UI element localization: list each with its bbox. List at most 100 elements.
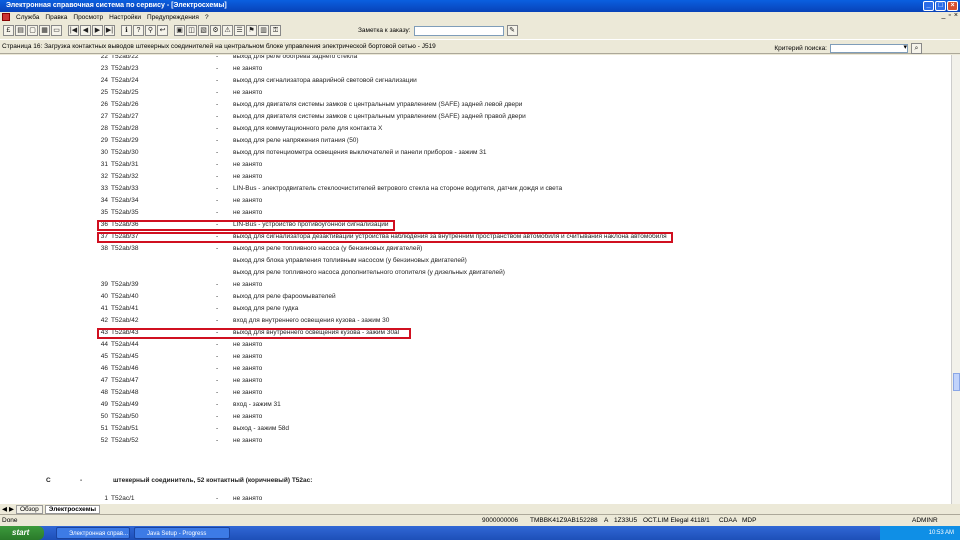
search-icon[interactable]: ⌕	[911, 43, 922, 54]
pin-connector: T52ab/22	[111, 55, 139, 60]
start-button[interactable]: start	[0, 526, 44, 540]
window-titlebar: Электронная справочная система по сервис…	[0, 0, 960, 12]
page-icon[interactable]: ▭	[51, 25, 62, 36]
order-note-input[interactable]	[413, 25, 504, 36]
pin-description: выход для коммутационного реле для конта…	[233, 125, 383, 132]
pin-connector: T52ab/27	[111, 113, 139, 120]
menu-edit[interactable]: Правка	[45, 14, 67, 21]
maximize-button[interactable]: □	[935, 1, 946, 11]
separator-dash: -	[216, 185, 219, 192]
scroll-thumb[interactable]	[953, 373, 960, 391]
key-icon[interactable]: ⚿	[270, 25, 281, 36]
pin-description: не занято	[233, 341, 263, 348]
search-criteria-select[interactable]	[830, 43, 908, 53]
pin-number: 45	[100, 353, 108, 360]
lock-icon[interactable]: ▧	[198, 25, 209, 36]
section-title: штекерный соединитель, 52 контактный (ко…	[113, 477, 313, 484]
pin-description: выход для реле напряжения питания (50)	[233, 137, 359, 144]
chart-icon[interactable]: ▥	[258, 25, 269, 36]
schema-icon[interactable]: ▣	[174, 25, 185, 36]
pin-row: 23 T52ab/23 - не занято	[0, 63, 940, 75]
pin-connector: T52ab/44	[111, 341, 139, 348]
pin-number: 22	[100, 55, 108, 60]
info-icon[interactable]: ℹ	[121, 25, 132, 36]
pin-description: не занято	[233, 209, 263, 216]
note-edit-icon[interactable]: ✎	[506, 25, 518, 36]
pin-icon[interactable]: ⚲	[145, 25, 156, 36]
minimize-button[interactable]: _	[923, 1, 934, 11]
list-icon[interactable]: ☰	[234, 25, 245, 36]
pin-description: выход для реле гудка	[233, 305, 299, 312]
order-note-label: Заметка к заказу:	[358, 27, 411, 34]
pin-row: 50 T52ab/50 - не занято	[0, 411, 940, 423]
menu-service[interactable]: Служба	[16, 14, 39, 21]
first-page-icon[interactable]: |◀	[68, 25, 79, 36]
pin-description: не занято	[233, 413, 263, 420]
pin-number: 26	[100, 101, 108, 108]
mdi-minimize-button[interactable]: _	[942, 12, 946, 19]
highlight-box	[97, 232, 673, 243]
pin-connector: T52ab/40	[111, 293, 139, 300]
tab-overview[interactable]: Обзор	[16, 504, 43, 514]
menu-settings[interactable]: Настройки	[109, 14, 141, 21]
separator-dash: -	[216, 209, 219, 216]
mdi-restore-button[interactable]: ▫	[948, 12, 950, 19]
pin-row: 49 T52ab/49 - вход - зажим 31	[0, 399, 940, 411]
flag-icon[interactable]: ⚑	[246, 25, 257, 36]
warning-icon[interactable]: ⚠	[222, 25, 233, 36]
pin-connector: T52ab/33	[111, 185, 139, 192]
order-note: Заметка к заказу: ✎	[358, 25, 518, 36]
component-icon[interactable]: ◫	[186, 25, 197, 36]
separator-dash: -	[216, 413, 219, 420]
pin-number: 41	[100, 305, 108, 312]
tool-icon[interactable]: ⚙	[210, 25, 221, 36]
menu-view[interactable]: Просмотр	[73, 14, 103, 21]
help-icon[interactable]: ?	[133, 25, 144, 36]
tab-nav-prev-icon[interactable]: ◀	[2, 505, 7, 513]
pin-number: 47	[100, 377, 108, 384]
schematic-document: 22 T52ab/22 - выход для реле обогрева задне…	[0, 55, 951, 504]
print-icon[interactable]: £	[3, 25, 14, 36]
separator-dash: -	[216, 353, 219, 360]
pin-description: не занято	[233, 353, 263, 360]
last-page-icon[interactable]: ▶|	[104, 25, 115, 36]
pin-connector: T52ab/26	[111, 101, 139, 108]
task-java-setup[interactable]: Java Setup - Progress	[134, 527, 230, 539]
pin-connector: T52ab/28	[111, 125, 139, 132]
pin-description: выход для блока управления топливным нас…	[233, 257, 467, 264]
pin-number: 50	[100, 413, 108, 420]
new-icon[interactable]: ▤	[15, 25, 26, 36]
task-service-app[interactable]: Электронная справ...	[56, 527, 130, 539]
pin-number: 34	[100, 197, 108, 204]
mdi-close-button[interactable]: ×	[954, 12, 958, 19]
back-icon[interactable]: ↩	[157, 25, 168, 36]
next-page-icon[interactable]: ▶	[92, 25, 103, 36]
tab-nav-next-icon[interactable]: ▶	[9, 505, 14, 513]
menu-warnings[interactable]: Предупреждения	[147, 14, 199, 21]
pin-number: 25	[100, 89, 108, 96]
pin-connector: T52ab/50	[111, 413, 139, 420]
pin-connector: T52ab/42	[111, 317, 139, 324]
pin-description: выход для реле обогрева заднего стекла	[233, 55, 358, 60]
pin-description: выход для двигателя системы замков с цен…	[233, 113, 526, 120]
pin-row: 26 T52ab/26 - выход для двигателя системы з…	[0, 99, 940, 111]
pin-number: 39	[100, 281, 108, 288]
vertical-scrollbar[interactable]	[951, 55, 960, 504]
pin-description: не занято	[233, 281, 263, 288]
pin-number: 1	[104, 495, 108, 502]
open-icon[interactable]: ▢	[27, 25, 38, 36]
separator-dash: -	[216, 437, 219, 444]
pin-connector: T52ab/23	[111, 65, 139, 72]
search-criteria-label: Критерий поиска:	[774, 45, 827, 52]
tab-schematics[interactable]: Электросхемы	[44, 504, 101, 514]
pin-connector: T52ab/32	[111, 173, 139, 180]
app-icon	[2, 13, 10, 21]
separator-dash: -	[216, 113, 219, 120]
document-tabs: ◀ ▶ Обзор Электросхемы	[0, 504, 960, 514]
pin-number: 52	[100, 437, 108, 444]
menu-help[interactable]: ?	[205, 14, 209, 21]
prev-page-icon[interactable]: ◀	[80, 25, 91, 36]
pin-number: 28	[100, 125, 108, 132]
close-button[interactable]: ×	[947, 1, 958, 11]
save-icon[interactable]: ▦	[39, 25, 50, 36]
